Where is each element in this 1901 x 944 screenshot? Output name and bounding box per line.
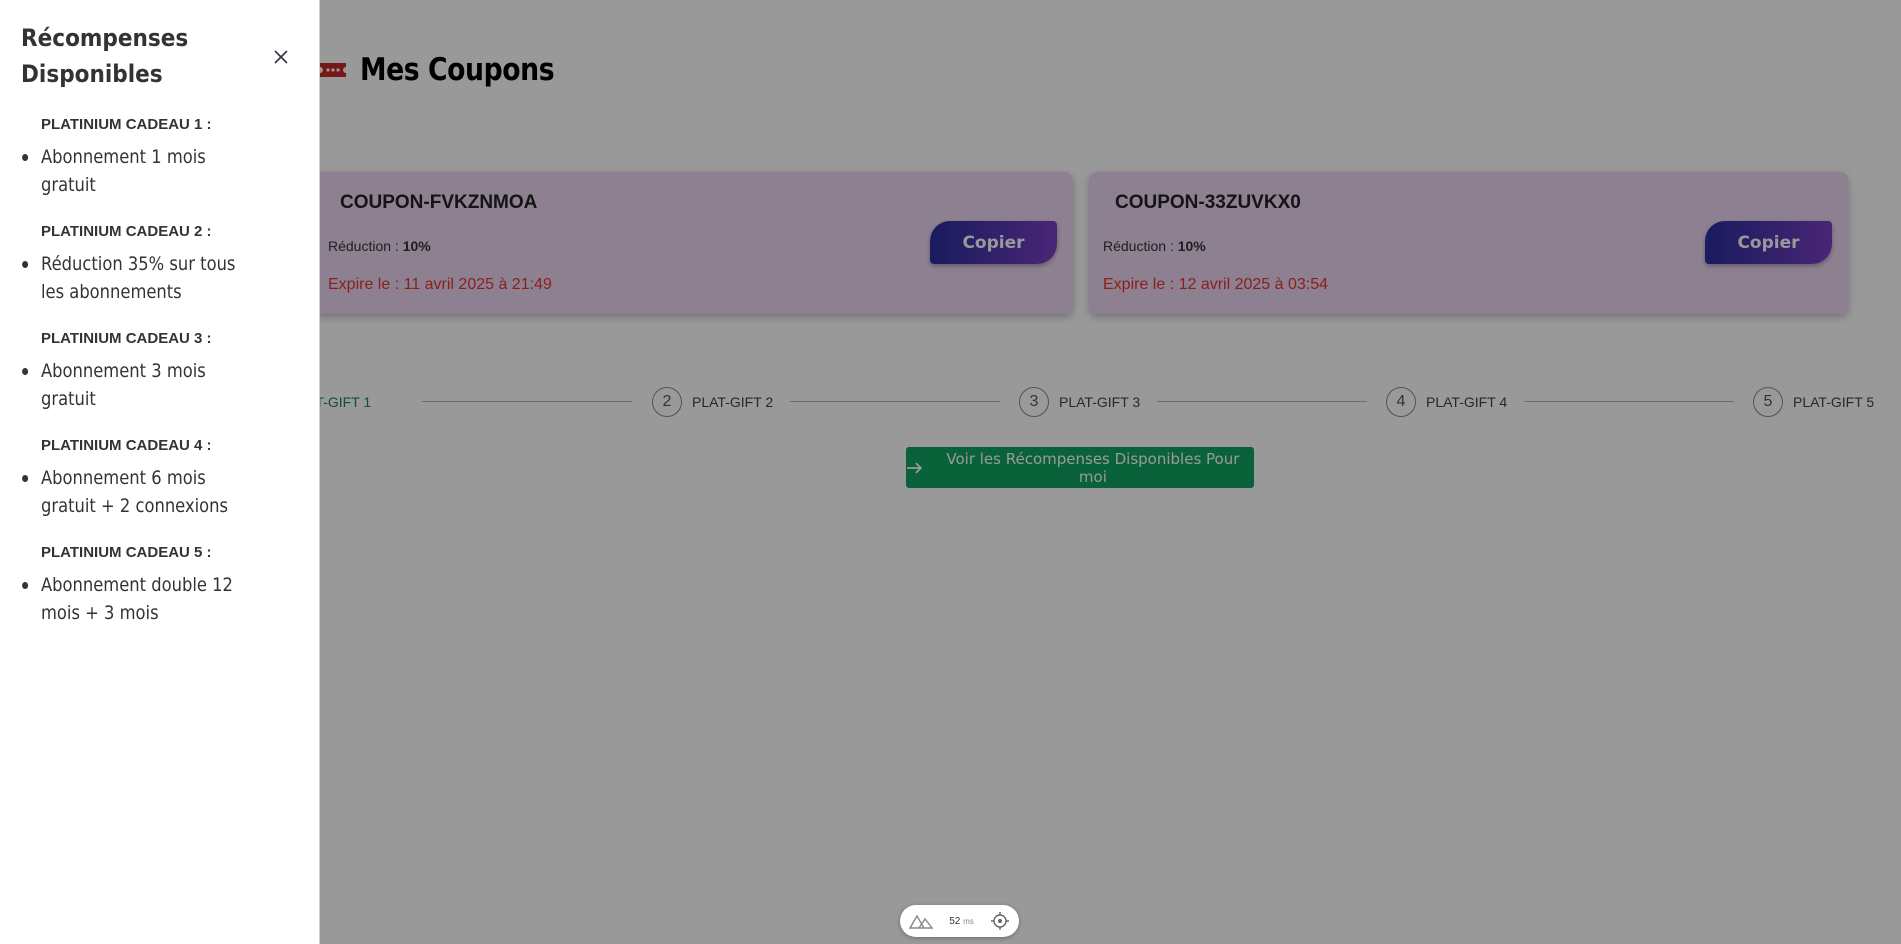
reward-item: Réduction 35% sur tous les abonnements	[22, 250, 252, 306]
reward-heading: PLATINIUM CADEAU 5 :	[41, 544, 212, 561]
reward-item: Abonnement 1 mois gratuit	[22, 143, 252, 199]
reward-heading: PLATINIUM CADEAU 1 :	[41, 116, 212, 133]
reward-heading: PLATINIUM CADEAU 2 :	[41, 223, 212, 240]
devtools-widget[interactable]: 52 ms	[900, 905, 1019, 937]
devtools-timing-value: 52	[949, 915, 961, 927]
reward-heading: PLATINIUM CADEAU 3 :	[41, 330, 212, 347]
reward-item: Abonnement 6 mois gratuit + 2 connexions	[22, 464, 252, 520]
reward-item: Abonnement double 12 mois + 3 mois	[22, 571, 252, 627]
devtools-timing: 52 ms	[949, 916, 974, 927]
drawer-title: Récompenses Disponibles	[21, 24, 189, 88]
reward-list: PLATINIUM CADEAU 1 : Abonnement 1 mois g…	[0, 116, 320, 651]
close-icon[interactable]	[270, 46, 292, 68]
nuxt-logo-icon	[909, 914, 933, 929]
rewards-drawer: Récompenses Disponibles PLATINIUM CADEAU…	[0, 0, 320, 944]
target-icon[interactable]	[990, 911, 1010, 931]
reward-heading: PLATINIUM CADEAU 4 :	[41, 437, 212, 454]
reward-item: Abonnement 3 mois gratuit	[22, 357, 252, 413]
devtools-timing-unit: ms	[963, 916, 974, 926]
